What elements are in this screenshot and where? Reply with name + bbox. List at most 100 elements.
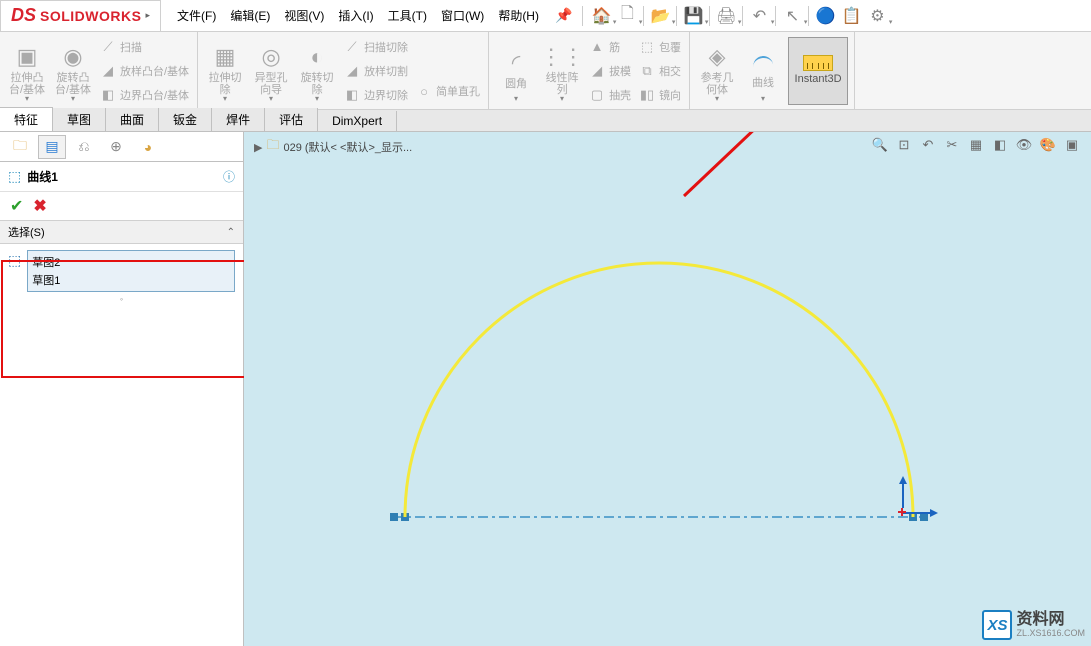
rib-button[interactable]: ▲筋 <box>587 37 633 57</box>
curve-feature-icon: ⬚ <box>8 168 21 185</box>
watermark-logo-icon: XS <box>982 610 1012 640</box>
boundary-button[interactable]: ◧边界凸台/基体 <box>98 85 191 105</box>
settings-button[interactable]: ⚙ <box>865 6 889 26</box>
dimxpert-tab[interactable]: ⊕ <box>102 135 130 159</box>
selection-section-header[interactable]: 选择(S) ⌃ <box>0 220 243 244</box>
ref-geom-button[interactable]: ◈参考几何体 <box>696 37 738 105</box>
revolve-boss-button[interactable]: ◉旋转凸台/基体 <box>52 37 94 105</box>
cancel-button[interactable]: ✖ <box>33 196 46 216</box>
selection-icon: ⬚ <box>8 252 21 269</box>
wrap-button[interactable]: ⬚包覆 <box>637 37 683 57</box>
instant3d-button[interactable]: Instant3D <box>788 37 848 105</box>
intersect-icon: ⧉ <box>639 63 655 79</box>
rebuild-button[interactable]: 🔵 <box>813 6 837 26</box>
extrude-cut-icon: ▦ <box>215 45 236 69</box>
tab-sheetmetal[interactable]: 钣金 <box>159 108 212 131</box>
new-doc-button[interactable]: 🏠 <box>589 6 613 26</box>
mirror-button[interactable]: ▮▯镜向 <box>637 85 683 105</box>
list-item[interactable]: 草图1 <box>32 271 230 289</box>
collapse-icon: ⌃ <box>227 227 235 238</box>
ok-button[interactable]: ✔ <box>10 196 23 216</box>
ribbon: ▣拉伸凸台/基体 ◉旋转凸台/基体 ⟋扫描 ◢放样凸台/基体 ◧边界凸台/基体 … <box>0 32 1091 110</box>
loft-icon: ◢ <box>100 63 116 79</box>
resize-handle[interactable]: ◦ <box>8 292 235 306</box>
watermark-cn: 资料网 <box>1016 611 1085 629</box>
app-logo[interactable]: DS SOLIDWORKS ▸ <box>0 0 161 32</box>
sweep-cut-button[interactable]: ⟋扫描切除 <box>342 37 410 57</box>
extrude-cut-button[interactable]: ▦拉伸切除 <box>204 37 246 105</box>
graphics-viewport[interactable]: ▶ 🗀 029 (默认< <默认>_显示... 🔍 ⊡ ↶ ✂ ▦ ◧ 👁 🎨 … <box>244 132 1091 646</box>
menu-insert[interactable]: 插入(I) <box>332 3 379 28</box>
shell-button[interactable]: ▢抽壳 <box>587 85 633 105</box>
tab-weldment[interactable]: 焊件 <box>212 108 265 131</box>
menu-bar: 文件(F) 编辑(E) 视图(V) 插入(I) 工具(T) 窗口(W) 帮助(H… <box>161 3 580 28</box>
menu-window[interactable]: 窗口(W) <box>435 3 490 28</box>
config-tab[interactable]: ⎌ <box>70 135 98 159</box>
tab-feature[interactable]: 特征 <box>0 107 53 131</box>
origin-marker-icon <box>898 508 906 516</box>
draft-icon: ◢ <box>589 63 605 79</box>
instant3d-icon <box>803 55 833 71</box>
curves-button[interactable]: 曲线 <box>742 37 784 105</box>
menu-file[interactable]: 文件(F) <box>171 3 222 28</box>
menu-view[interactable]: 视图(V) <box>278 3 330 28</box>
panel-title: 曲线1 <box>27 168 217 185</box>
pattern-icon: ⋮⋮ <box>540 45 584 69</box>
help-icon[interactable]: ⓘ <box>223 168 235 185</box>
loft-button[interactable]: ◢放样凸台/基体 <box>98 61 191 81</box>
tab-sketch[interactable]: 草图 <box>53 108 106 131</box>
tab-evaluate[interactable]: 评估 <box>265 108 318 131</box>
menu-tools[interactable]: 工具(T) <box>382 3 433 28</box>
list-item[interactable]: 草图2 <box>32 253 230 271</box>
fillet-icon: ◜ <box>512 51 521 75</box>
ref-geom-icon: ◈ <box>709 45 726 69</box>
rib-icon: ▲ <box>589 39 605 55</box>
simple-hole-button[interactable]: ○简单直孔 <box>414 81 482 101</box>
curves-icon <box>751 51 775 75</box>
menu-edit[interactable]: 编辑(E) <box>224 3 276 28</box>
undo-button[interactable]: ↶ <box>747 6 771 26</box>
tab-dimxpert[interactable]: DimXpert <box>318 111 397 131</box>
sweep-icon: ⟋ <box>100 39 116 55</box>
boundary-cut-button[interactable]: ◧边界切除 <box>342 85 410 105</box>
property-manager: 🗀 ▤ ⎌ ⊕ ◕ ⬚ 曲线1 ⓘ ✔ ✖ 选择(S) ⌃ ⬚ 草图2 草图1 <box>0 132 244 646</box>
display-tab[interactable]: ◕ <box>134 135 162 159</box>
watermark-url: ZL.XS1616.COM <box>1016 629 1085 639</box>
feature-tree-tab[interactable]: 🗀 <box>6 135 34 159</box>
simple-hole-icon: ○ <box>416 83 432 99</box>
sweep-button[interactable]: ⟋扫描 <box>98 37 191 57</box>
sketch-geometry <box>244 132 1091 646</box>
pin-icon[interactable]: 📌 <box>547 7 580 24</box>
quick-access-toolbar: 🏠 🗋 📂 💾 🖨 ↶ ↖ 🔵 📋 ⚙ <box>589 6 889 26</box>
revolve-cut-icon: ◐ <box>310 45 323 69</box>
logo-text: SOLIDWORKS <box>40 8 141 24</box>
save-button[interactable]: 💾 <box>681 6 705 26</box>
print-button[interactable]: 🖨 <box>714 6 738 26</box>
command-manager-tabs: 特征 草图 曲面 钣金 焊件 评估 DimXpert <box>0 110 1091 132</box>
menu-help[interactable]: 帮助(H) <box>492 3 545 28</box>
open-button[interactable]: 📂 <box>648 6 672 26</box>
shell-icon: ▢ <box>589 87 605 103</box>
logo-dropdown-icon: ▸ <box>145 10 150 21</box>
extrude-boss-button[interactable]: ▣拉伸凸台/基体 <box>6 37 48 105</box>
new-button[interactable]: 🗋 <box>615 6 639 26</box>
panel-tab-bar: 🗀 ▤ ⎌ ⊕ ◕ <box>0 132 243 162</box>
revolve-cut-button[interactable]: ◐旋转切除 <box>296 37 338 105</box>
selection-listbox[interactable]: 草图2 草图1 <box>27 250 235 292</box>
draft-button[interactable]: ◢拔模 <box>587 61 633 81</box>
loft-cut-icon: ◢ <box>344 63 360 79</box>
boundary-icon: ◧ <box>100 87 116 103</box>
select-button[interactable]: ↖ <box>780 6 804 26</box>
extrude-icon: ▣ <box>17 45 38 69</box>
fillet-button[interactable]: ◜圆角 <box>495 37 537 105</box>
property-manager-tab[interactable]: ▤ <box>38 135 66 159</box>
linear-pattern-button[interactable]: ⋮⋮线性阵列 <box>541 37 583 105</box>
intersect-button[interactable]: ⧉相交 <box>637 61 683 81</box>
loft-cut-button[interactable]: ◢放样切割 <box>342 61 410 81</box>
tab-surface[interactable]: 曲面 <box>106 108 159 131</box>
watermark: XS 资料网 ZL.XS1616.COM <box>982 610 1085 640</box>
logo-ds-icon: DS <box>11 5 36 26</box>
hole-wizard-button[interactable]: ◎异型孔向导 <box>250 37 292 105</box>
options-list-button[interactable]: 📋 <box>839 6 863 26</box>
boundary-cut-icon: ◧ <box>344 87 360 103</box>
